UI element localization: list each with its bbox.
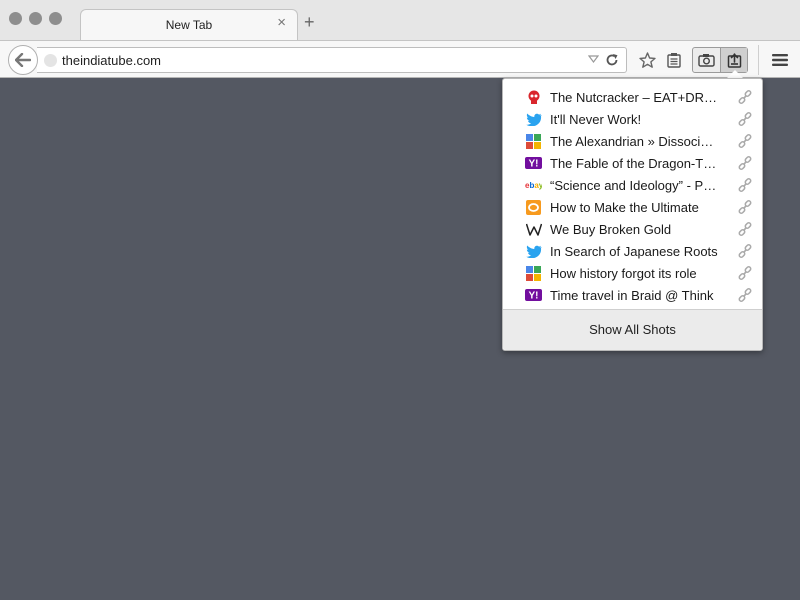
orange-rss-icon: [525, 199, 542, 215]
show-shots-button[interactable]: [720, 48, 747, 72]
new-tab-button[interactable]: +: [304, 13, 315, 31]
link-icon[interactable]: [738, 200, 752, 214]
list-item[interactable]: The Alexandrian » Dissoci…: [503, 130, 762, 152]
star-icon: [638, 51, 656, 68]
camera-icon: [698, 54, 715, 67]
back-arrow-icon: [15, 53, 31, 67]
shot-title: It'll Never Work!: [550, 112, 642, 127]
shot-title: “Science and Ideology” - P…: [550, 178, 717, 193]
shots-list: The Nutcracker – EAT+DR… It'll Never Wor…: [503, 86, 762, 306]
twitter-bird-icon: [525, 111, 542, 127]
red-skull-icon: [525, 89, 542, 105]
hamburger-menu-icon: [772, 54, 788, 66]
shot-title: The Fable of the Dragon-T…: [550, 156, 717, 171]
shot-title: How to Make the Ultimate: [550, 200, 699, 215]
ebay-icon: ebay: [525, 177, 542, 193]
shot-title: In Search of Japanese Roots: [550, 244, 718, 259]
tab-new-tab[interactable]: New Tab ×: [80, 9, 298, 41]
shots-panel: The Nutcracker – EAT+DR… It'll Never Wor…: [502, 78, 763, 351]
list-item[interactable]: Y! The Fable of the Dragon-T…: [503, 152, 762, 174]
dropdown-arrow-icon[interactable]: [588, 55, 599, 63]
twitter-bird-icon: [525, 243, 542, 259]
show-all-shots-button[interactable]: Show All Shots: [503, 310, 762, 350]
url-text[interactable]: theindiatube.com: [62, 53, 161, 68]
list-item[interactable]: It'll Never Work!: [503, 108, 762, 130]
svg-text:ebay: ebay: [525, 181, 542, 190]
yahoo-icon: Y!: [525, 155, 542, 171]
link-icon[interactable]: [738, 156, 752, 170]
list-item[interactable]: In Search of Japanese Roots: [503, 240, 762, 262]
link-icon[interactable]: [738, 134, 752, 148]
title-bar: New Tab × +: [0, 0, 800, 41]
list-item[interactable]: The Nutcracker – EAT+DR…: [503, 86, 762, 108]
clipboard-icon: [667, 53, 681, 68]
shot-title: We Buy Broken Gold: [550, 222, 672, 237]
toolbar-separator: [758, 45, 759, 75]
close-window-button[interactable]: [9, 12, 22, 25]
bookmark-star-button[interactable]: [636, 49, 658, 71]
url-bar[interactable]: theindiatube.com: [37, 47, 627, 73]
link-icon[interactable]: [738, 178, 752, 192]
list-item[interactable]: How history forgot its role: [503, 262, 762, 284]
list-item[interactable]: How to Make the Ultimate: [503, 196, 762, 218]
link-icon[interactable]: [738, 112, 752, 126]
back-button[interactable]: [8, 45, 38, 75]
shot-title: Time travel in Braid @ Think: [550, 288, 714, 303]
shot-title: The Nutcracker – EAT+DR…: [550, 90, 718, 105]
shot-title: The Alexandrian » Dissoci…: [550, 134, 714, 149]
google-apps-icon: [525, 265, 542, 281]
list-item[interactable]: We Buy Broken Gold: [503, 218, 762, 240]
panel-footer: Show All Shots: [503, 309, 762, 350]
zoom-window-button[interactable]: [49, 12, 62, 25]
minimize-window-button[interactable]: [29, 12, 42, 25]
link-icon[interactable]: [738, 288, 752, 302]
tab-title: New Tab: [165, 18, 213, 32]
list-item[interactable]: Y! Time travel in Braid @ Think: [503, 284, 762, 306]
globe-icon: [44, 54, 57, 67]
google-apps-icon: [525, 133, 542, 149]
take-shot-button[interactable]: [693, 48, 720, 72]
svg-text:Y!: Y!: [529, 159, 539, 170]
navigation-toolbar: theindiatube.com: [0, 40, 800, 78]
link-icon[interactable]: [738, 222, 752, 236]
svg-text:Y!: Y!: [529, 291, 539, 302]
menu-button[interactable]: [769, 49, 791, 71]
link-icon[interactable]: [738, 266, 752, 280]
reading-list-button[interactable]: [663, 49, 685, 71]
link-icon[interactable]: [738, 244, 752, 258]
link-icon[interactable]: [738, 90, 752, 104]
yahoo-icon: Y!: [525, 287, 542, 303]
list-item[interactable]: ebay “Science and Ideology” - P…: [503, 174, 762, 196]
close-tab-icon[interactable]: ×: [277, 15, 286, 31]
shots-list-icon: [727, 52, 741, 68]
wikipedia-icon: [525, 221, 542, 237]
reload-icon[interactable]: [605, 53, 619, 67]
shot-title: How history forgot its role: [550, 266, 697, 281]
